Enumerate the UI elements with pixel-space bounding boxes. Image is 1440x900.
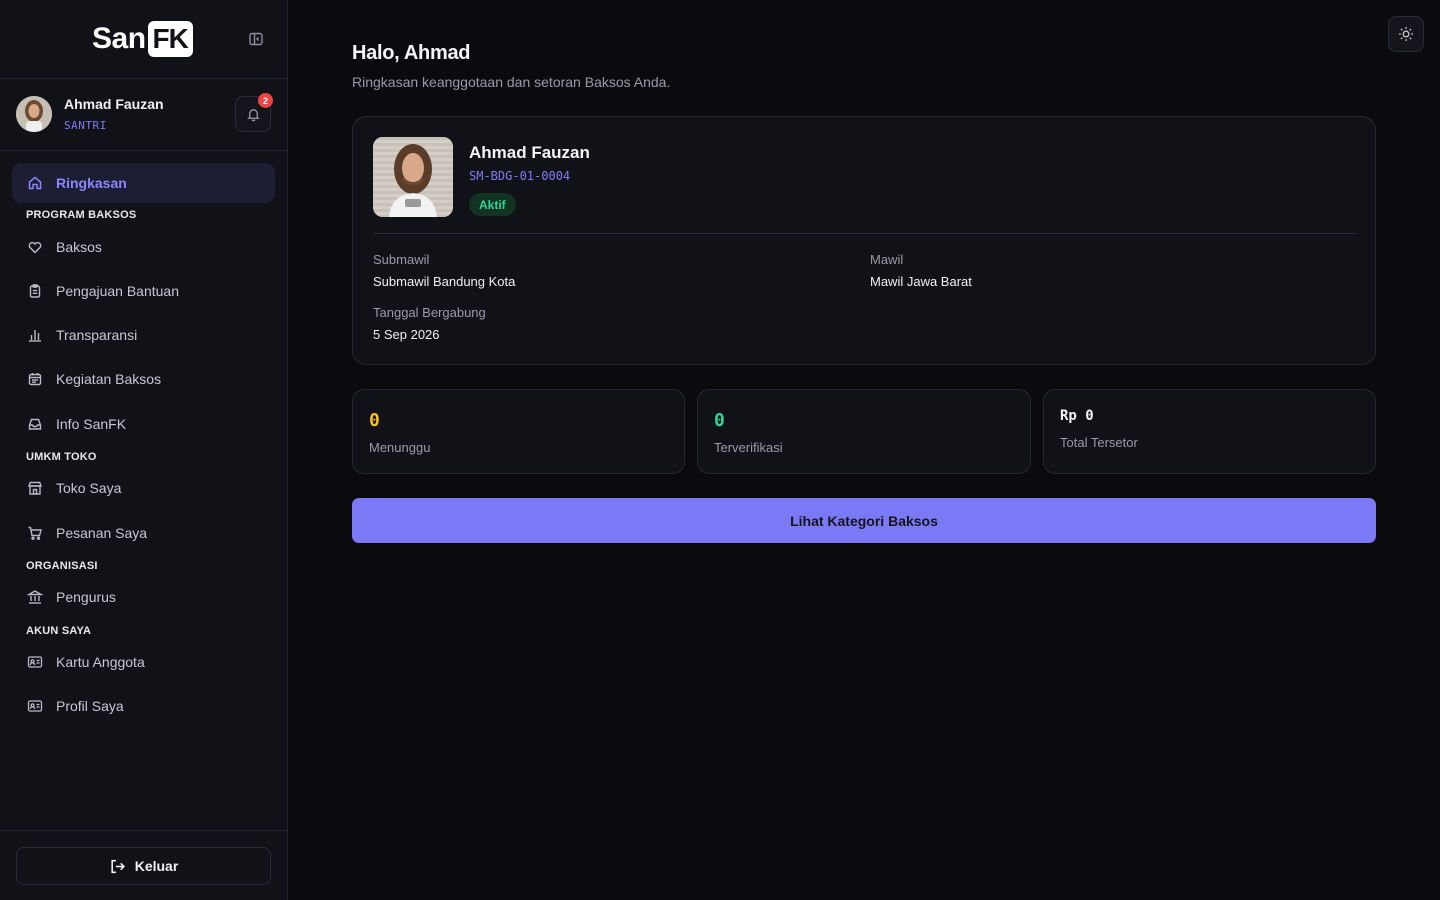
store-icon [27, 480, 43, 496]
clipboard-icon [27, 283, 43, 299]
sidebar-item-label: Toko Saya [56, 480, 122, 496]
sidebar-collapse-button[interactable] [246, 29, 266, 49]
sidebar-item-label: Pengajuan Bantuan [56, 283, 179, 299]
sidebar-item-label: Pesanan Saya [56, 525, 148, 541]
stat-card-total: Rp 0 Total Tersetor [1043, 389, 1376, 474]
sun-icon [1399, 27, 1413, 41]
sanfk-logo[interactable]: San FK [92, 21, 193, 57]
nav-section-organisasi: ORGANISASI [26, 560, 98, 572]
joined-date-value: 5 Sep 2026 [373, 327, 440, 342]
submawil-label: Submawil [373, 252, 430, 267]
notification-count-badge: 2 [258, 93, 273, 108]
stat-total-value: Rp 0 [1060, 408, 1094, 424]
logout-button[interactable]: Keluar [16, 847, 271, 885]
logout-label: Keluar [134, 858, 179, 874]
bar-chart-icon [27, 327, 43, 343]
stat-card-verified: 0 Terverifikasi [697, 389, 1031, 474]
sidebar-item-label: Kartu Anggota [56, 654, 145, 670]
sidebar-item-toko-saya[interactable]: Toko Saya [12, 468, 275, 508]
home-icon [27, 175, 43, 191]
page-title: Halo, Ahmad [352, 42, 471, 64]
card-divider [373, 233, 1356, 234]
sidebar-item-ringkasan[interactable]: Ringkasan [12, 163, 275, 203]
user-summary: Ahmad Fauzan SANTRI 2 [0, 79, 287, 151]
sidebar-item-profil-saya[interactable]: Profil Saya [12, 686, 275, 726]
avatar[interactable] [16, 96, 52, 132]
mawil-label: Mawil [870, 252, 904, 267]
sidebar-item-transparansi[interactable]: Transparansi [12, 315, 275, 355]
inbox-icon [27, 416, 43, 432]
user-role: SANTRI [64, 119, 107, 132]
sidebar-item-label: Kegiatan Baksos [56, 371, 162, 387]
sidebar-item-label: Transparansi [56, 327, 138, 343]
stat-verified-value: 0 [714, 410, 725, 431]
theme-toggle-button[interactable] [1388, 16, 1424, 52]
stat-total-label: Total Tersetor [1060, 435, 1138, 450]
mawil-value: Mawil Jawa Barat [870, 274, 972, 289]
page-subtitle: Ringkasan keanggotaan dan setoran Baksos… [352, 74, 671, 90]
sidebar-item-label: Ringkasan [56, 175, 127, 191]
logo-text-fk: FK [147, 21, 193, 57]
stat-waiting-value: 0 [369, 410, 380, 431]
sidebar-item-pesanan-saya[interactable]: Pesanan Saya [12, 513, 275, 553]
sidebar-item-label: Pengurus [56, 589, 116, 605]
brand-bar: San FK [0, 0, 287, 79]
sidebar-item-label: Baksos [56, 239, 102, 255]
nav-section-program: PROGRAM BAKSOS [26, 209, 137, 221]
sidebar-item-pengajuan-bantuan[interactable]: Pengajuan Bantuan [12, 271, 275, 311]
stat-waiting-label: Menunggu [369, 440, 431, 455]
member-name: Ahmad Fauzan [469, 143, 590, 162]
submawil-value: Submawil Bandung Kota [373, 274, 516, 289]
sidebar-item-kartu-anggota[interactable]: Kartu Anggota [12, 642, 275, 682]
sidebar-item-label: Profil Saya [56, 698, 124, 714]
status-badge: Aktif [469, 193, 516, 216]
view-baksos-categories-button[interactable]: Lihat Kategori Baksos [352, 498, 1376, 543]
cart-icon [27, 525, 43, 541]
nav-section-akun: AKUN SAYA [26, 625, 92, 637]
stat-card-waiting: 0 Menunggu [352, 389, 685, 474]
calendar-icon [27, 371, 43, 387]
sidebar-item-kegiatan-baksos[interactable]: Kegiatan Baksos [12, 359, 275, 399]
heart-icon [27, 239, 43, 255]
joined-date-label: Tanggal Bergabung [373, 305, 486, 320]
nav-section-umkm: UMKM TOKO [26, 451, 97, 463]
sidebar-item-label: Info SanFK [56, 416, 127, 432]
sidebar-item-info-sanfk[interactable]: Info SanFK [12, 404, 275, 444]
sidebar-toggle-icon [249, 32, 263, 46]
logout-icon [109, 858, 126, 875]
building-icon [27, 589, 43, 605]
stat-verified-label: Terverifikasi [714, 440, 783, 455]
sidebar-footer: Keluar [0, 830, 288, 900]
sidebar-item-pengurus[interactable]: Pengurus [12, 577, 275, 617]
logo-text-san: San [92, 22, 146, 55]
sidebar-item-baksos[interactable]: Baksos [12, 227, 275, 267]
bell-icon [246, 108, 260, 121]
sidebar: San FK Ahmad Fauzan SANTRI 2 Ringkasan P… [0, 0, 288, 900]
membership-card: Ahmad Fauzan SM-BDG-01-0004 Aktif Submaw… [352, 116, 1376, 365]
user-name: Ahmad Fauzan [64, 96, 164, 112]
member-id: SM-BDG-01-0004 [469, 169, 571, 183]
id-card-icon [27, 698, 43, 714]
member-photo [373, 137, 453, 217]
id-card-icon [27, 654, 43, 670]
